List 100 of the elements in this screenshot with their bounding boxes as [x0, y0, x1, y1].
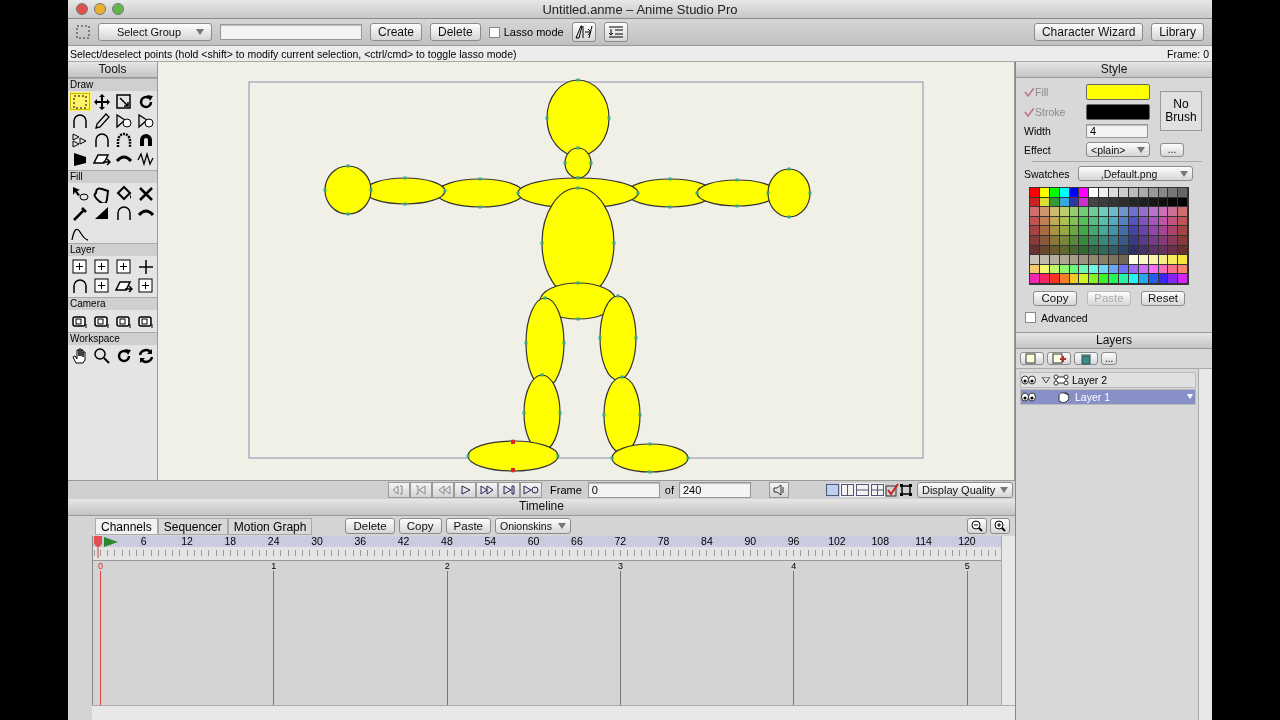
ruler-label: 36 [353, 536, 368, 547]
ruler-label: 120 [957, 536, 977, 547]
frame-marker-label: 5 [964, 561, 970, 571]
toolbar-button[interactable]: Create [370, 23, 423, 41]
total-frames-field[interactable]: 240 [678, 482, 751, 498]
more-button[interactable]: ... [1101, 351, 1118, 365]
layer-name: Layer 1 [1075, 390, 1112, 403]
timeline-tab[interactable]: Sequencer [157, 517, 228, 535]
window-close-button[interactable] [76, 3, 88, 15]
frame-marker-label: 4 [791, 561, 797, 571]
ruler-label: 96 [786, 536, 801, 547]
rewind-button[interactable] [432, 482, 454, 498]
toolbar-button[interactable]: Character Wizard [1033, 23, 1144, 41]
width-label: Width [1024, 125, 1052, 137]
zoom-out-icon [971, 520, 983, 532]
first-frame-button[interactable] [388, 482, 410, 498]
advanced-checkbox[interactable]: Advanced [1016, 305, 1212, 324]
stroke-color-swatch[interactable] [1086, 104, 1150, 120]
last-frame-button[interactable] [520, 482, 542, 498]
layer-icon [93, 276, 111, 295]
lasso-mode-checkbox[interactable]: Lasso mode [488, 26, 564, 38]
ruler-label: 78 [656, 536, 671, 547]
frame-field[interactable]: 0 [587, 482, 660, 498]
step-forward-button[interactable] [498, 482, 520, 498]
layer-row[interactable]: Layer 2 [1020, 371, 1196, 388]
zoom-icon [93, 346, 111, 365]
ruler-label: 108 [870, 536, 890, 547]
style-button[interactable]: Reset [1141, 290, 1185, 306]
rotate-icon [137, 92, 155, 111]
section-label: Layer [68, 243, 157, 256]
effect-dropdown[interactable]: <plain> [1086, 142, 1150, 157]
ruler-label: 30 [310, 536, 324, 547]
rotate-icon [115, 346, 133, 365]
timeline-button[interactable]: Paste [445, 518, 491, 534]
step-back-button[interactable] [410, 482, 432, 498]
group-dropdown[interactable]: Select Group [98, 23, 212, 41]
selection-icon [76, 25, 90, 39]
delete-layer-button[interactable] [1074, 351, 1098, 365]
plus-icon [137, 257, 155, 276]
window-title: Untitled.anme – Anime Studio Pro [542, 1, 738, 17]
frame-marker-label: 1 [271, 561, 277, 571]
curve-icon [71, 276, 89, 295]
view-mode-button[interactable] [824, 483, 840, 497]
sound-button[interactable] [768, 482, 789, 498]
tool-button[interactable] [135, 111, 157, 130]
new-layer-button[interactable] [1020, 351, 1044, 365]
caret-icon [196, 29, 204, 35]
horizontal-scrollbar[interactable] [92, 705, 1015, 720]
move-icon [93, 92, 111, 111]
onionskins-dropdown[interactable]: Onionskins [495, 518, 571, 534]
timeline-tab[interactable]: Channels [95, 517, 158, 535]
fill-color-swatch[interactable] [1086, 84, 1150, 100]
name-field[interactable] [220, 24, 362, 40]
timeline-button[interactable]: Delete [345, 518, 395, 534]
style-button[interactable]: Copy [1033, 290, 1077, 306]
ruler-label: 6 [139, 536, 148, 547]
swatches-dropdown[interactable]: ,Default.png [1077, 166, 1193, 181]
swatches-label: Swatches [1024, 167, 1070, 180]
window-zoom-button[interactable] [112, 3, 124, 15]
ruler-label: 72 [613, 536, 628, 547]
zoom-in-icon [994, 520, 1006, 532]
frame-marker-label: 0 [98, 561, 103, 571]
timeline-tab[interactable]: Motion Graph [227, 517, 313, 535]
cross-icon [137, 184, 155, 203]
toolbar-button[interactable]: Delete [430, 23, 481, 41]
zoom-out-button[interactable] [967, 518, 987, 534]
timeline-button[interactable]: Copy [398, 518, 442, 534]
bucket-icon [115, 184, 133, 203]
panel-header: Tools [68, 62, 157, 78]
more-button[interactable]: ... [1160, 142, 1184, 157]
flip-icon [574, 25, 593, 39]
layer-name: Layer 2 [1072, 373, 1109, 386]
vertical-scrollbar[interactable] [1198, 368, 1212, 720]
play-button[interactable] [454, 482, 476, 498]
frame-marker-label: 3 [618, 561, 623, 571]
panel-header: Timeline [68, 499, 1015, 516]
tool-button[interactable] [113, 111, 135, 130]
zoom-in-button[interactable] [990, 518, 1010, 534]
ruler-label: 84 [700, 536, 714, 547]
toolbar-button[interactable] [571, 22, 596, 42]
fast-forward-icon [478, 484, 496, 496]
brush-preview[interactable]: No Brush [1160, 91, 1202, 131]
display-quality-dropdown[interactable]: Display Quality [916, 482, 1013, 498]
window-minimize-button[interactable] [94, 3, 106, 15]
width-field[interactable]: 4 [1086, 124, 1148, 138]
toolbar-button[interactable]: Library [1151, 23, 1204, 41]
section-label: Draw [68, 78, 157, 91]
caret-icon [1179, 170, 1188, 177]
checkmark-icon [884, 483, 899, 497]
fast-forward-button[interactable] [476, 482, 498, 498]
view-layout-icon [840, 484, 854, 496]
view-layout-icon [870, 484, 884, 496]
list-icon [606, 25, 625, 39]
shape-icon [115, 111, 133, 130]
swatch-palette[interactable] [1029, 187, 1190, 285]
caret-icon [1137, 146, 1145, 153]
last-frame-icon [522, 484, 540, 496]
new-group-button[interactable] [1047, 351, 1071, 365]
vertical-scrollbar[interactable] [1001, 536, 1015, 705]
view-layout-icon [825, 484, 839, 496]
